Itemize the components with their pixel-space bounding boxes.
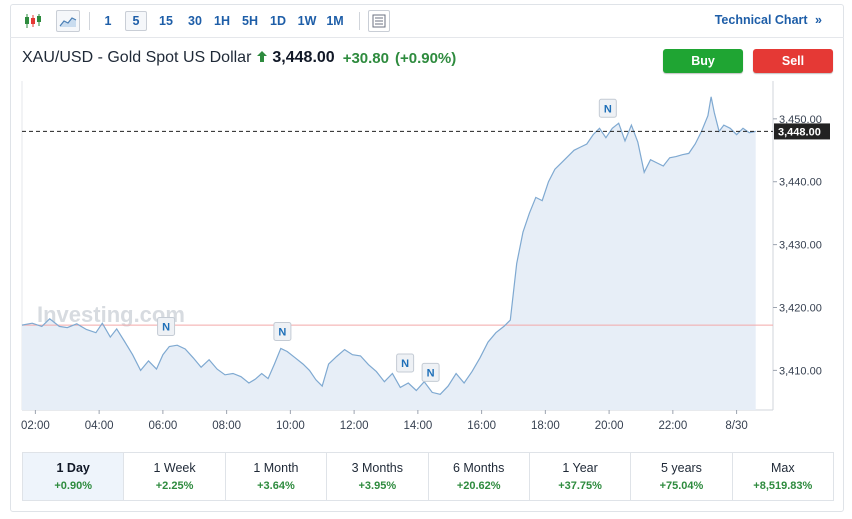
period-change: +2.25% (155, 480, 194, 492)
x-tick-label: 10:00 (276, 420, 305, 432)
x-tick-label: 02:00 (21, 420, 50, 432)
y-tick-label: 3,420.00 (779, 302, 822, 314)
period-1-day[interactable]: 1 Day +0.90% (23, 453, 125, 500)
y-tick-label: 3,410.00 (779, 365, 822, 377)
x-tick-label: 16:00 (467, 420, 496, 432)
price-chart[interactable]: Investing.com3,450.003,440.003,430.003,4… (0, 0, 852, 519)
period-label: Max (771, 461, 795, 475)
period-1-week[interactable]: 1 Week +2.25% (124, 453, 226, 500)
period-1-year[interactable]: 1 Year +37.75% (530, 453, 632, 500)
period-label: 5 years (660, 461, 702, 475)
period-label: 3 Months (351, 461, 404, 475)
y-tick-label: 3,430.00 (779, 240, 822, 252)
period-label: 1 Day (56, 461, 90, 475)
period-3-months[interactable]: 3 Months +3.95% (327, 453, 429, 500)
period-max[interactable]: Max +8,519.83% (733, 453, 833, 500)
x-tick-label: 18:00 (531, 420, 560, 432)
x-tick-label: 22:00 (658, 420, 687, 432)
period-change: +3.95% (358, 480, 397, 492)
period-label: 6 Months (452, 461, 505, 475)
x-tick-label: 06:00 (148, 420, 177, 432)
last-price-label: 3,448.00 (778, 126, 821, 138)
period-label: 1 Month (253, 461, 299, 475)
news-marker-label: N (162, 321, 170, 333)
news-marker-label: N (427, 367, 435, 379)
y-tick-label: 3,440.00 (779, 177, 822, 189)
x-tick-label: 20:00 (595, 420, 624, 432)
period-change: +20.62% (456, 480, 501, 492)
x-tick-label: 12:00 (340, 420, 369, 432)
x-tick-label: 8/30 (725, 420, 747, 432)
x-tick-label: 08:00 (212, 420, 241, 432)
period-change: +0.90% (54, 480, 92, 492)
period-change: +8,519.83% (753, 480, 813, 492)
news-marker-label: N (278, 327, 286, 339)
price-area (22, 96, 756, 411)
news-marker-label: N (401, 358, 409, 370)
period-1-month[interactable]: 1 Month +3.64% (226, 453, 328, 500)
period-6-months[interactable]: 6 Months +20.62% (429, 453, 530, 500)
performance-periods: 1 Day +0.90% 1 Week +2.25% 1 Month +3.64% 3 Mo… (22, 452, 834, 501)
period-change: +37.75% (558, 480, 602, 492)
x-tick-label: 14:00 (403, 420, 432, 432)
period-label: 1 Week (153, 461, 196, 475)
period-5-years[interactable]: 5 years +75.04% (631, 453, 733, 500)
period-change: +3.64% (257, 480, 295, 492)
x-tick-label: 04:00 (85, 420, 114, 432)
period-change: +75.04% (659, 480, 704, 492)
news-marker-label: N (604, 103, 612, 115)
period-label: 1 Year (562, 461, 598, 475)
